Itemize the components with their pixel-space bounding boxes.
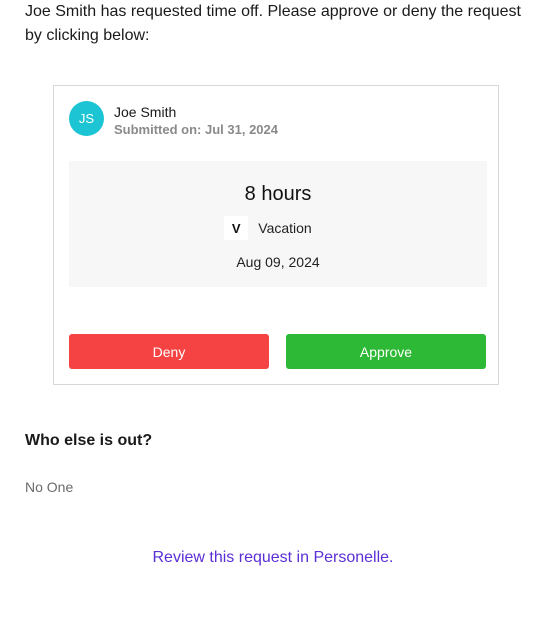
who-else-out-value: No One [25, 479, 74, 495]
type-label: Vacation [258, 220, 312, 236]
approve-button[interactable]: Approve [286, 334, 486, 369]
who-else-out-heading: Who else is out? [25, 432, 153, 449]
employee-name: Joe Smith [114, 104, 177, 120]
time-off-request-card: JS Joe Smith Submitted on: Jul 31, 2024 … [53, 85, 499, 385]
avatar: JS [69, 101, 104, 136]
time-off-type: V Vacation [69, 216, 487, 240]
type-badge: V [224, 216, 249, 240]
hours-requested: 8 hours [244, 183, 312, 205]
deny-button[interactable]: Deny [69, 334, 269, 369]
request-date: Aug 09, 2024 [236, 254, 320, 270]
submitted-date: Submitted on: Jul 31, 2024 [114, 122, 278, 137]
intro-message: Joe Smith has requested time off. Please… [25, 3, 521, 44]
request-details: 8 hours V Vacation Aug 09, 2024 [69, 161, 487, 287]
review-request-link[interactable]: Review this request in Personelle. [0, 549, 546, 567]
